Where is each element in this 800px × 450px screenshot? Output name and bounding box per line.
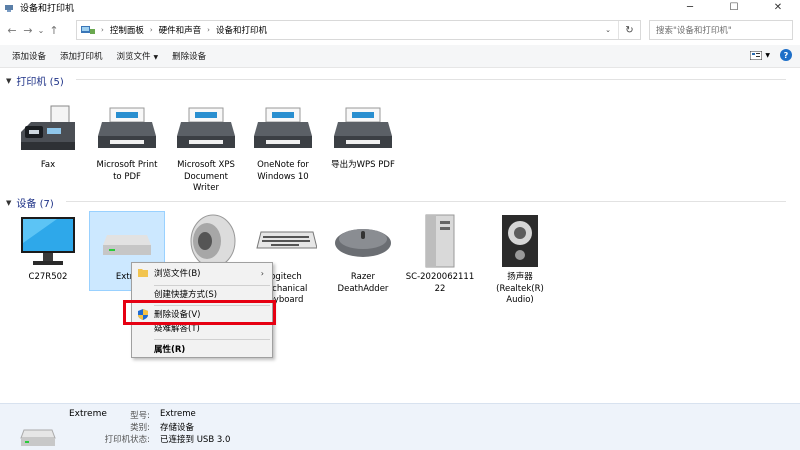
chevron-down-icon: ▼ bbox=[6, 76, 12, 85]
browse-files-button[interactable]: 浏览文件 ▼ bbox=[117, 50, 159, 62]
device-label: Fax bbox=[40, 160, 56, 170]
control-panel-icon bbox=[81, 26, 95, 34]
forward-button[interactable]: → bbox=[20, 20, 36, 40]
keyboard-icon bbox=[256, 231, 317, 249]
close-button[interactable]: ✕ bbox=[756, 0, 800, 15]
details-pane: Extreme 型号: Extreme 类别: 存储设备 打印机状态: 已连接到… bbox=[0, 403, 800, 450]
device-label: Microsoft Print to PDF bbox=[96, 160, 158, 182]
breadcrumb-control-panel[interactable]: 控制面板 bbox=[110, 24, 144, 36]
devices-printers-app-icon bbox=[5, 4, 13, 12]
address-dropdown-button[interactable]: ⌄ bbox=[602, 21, 614, 39]
refresh-button[interactable]: ↻ bbox=[618, 21, 640, 39]
maximize-button[interactable]: ☐ bbox=[712, 0, 756, 15]
printers-group-title: 打印机 (5) bbox=[16, 77, 64, 88]
change-view-button[interactable]: ▼ bbox=[750, 50, 770, 60]
computer-tower-icon bbox=[425, 214, 455, 268]
device-label: 导出为WPS PDF bbox=[331, 160, 395, 170]
group-divider bbox=[66, 201, 786, 202]
help-button[interactable]: ? bbox=[780, 49, 792, 61]
mouse-icon bbox=[335, 229, 391, 257]
minimize-button[interactable]: ─ bbox=[668, 0, 712, 15]
window-controls: ─ ☐ ✕ bbox=[668, 0, 800, 15]
chevron-down-icon: ▼ bbox=[153, 54, 159, 61]
address-bar[interactable]: › 控制面板 › 硬件和声音 › 设备和打印机 ⌄ ↻ bbox=[76, 20, 641, 40]
breadcrumb-hardware-sound[interactable]: 硬件和声音 bbox=[159, 24, 202, 36]
speaker-icon bbox=[190, 214, 236, 268]
up-button[interactable]: ↑ bbox=[46, 20, 62, 40]
ctx-browse-files-label: 浏览文件(B) bbox=[154, 269, 201, 279]
details-field-value: 存储设备 bbox=[160, 423, 195, 433]
ctx-browse-files[interactable]: 浏览文件(B) › bbox=[132, 264, 272, 282]
device-label: OneNote for Windows 10 bbox=[257, 160, 309, 182]
remove-device-button[interactable]: 删除设备 bbox=[172, 50, 206, 62]
device-microsoft-print-to-pdf[interactable]: Microsoft Print to PDF bbox=[89, 100, 165, 183]
printers-group-header[interactable]: ▼ 打印机 (5) bbox=[6, 73, 786, 88]
device-monitor-c27r502[interactable]: C27R502 bbox=[10, 212, 86, 290]
annotation-highlight-box bbox=[123, 300, 276, 325]
breadcrumb-separator: › bbox=[207, 26, 210, 34]
breadcrumb-separator: › bbox=[149, 26, 153, 34]
device-label: Microsoft XPS Document Writer bbox=[177, 160, 235, 193]
printer-icon bbox=[334, 107, 392, 148]
breadcrumb-separator: › bbox=[101, 26, 104, 34]
details-field-value: Extreme bbox=[160, 409, 196, 419]
browse-files-label: 浏览文件 bbox=[116, 52, 151, 62]
details-field-value: 已连接到 USB 3.0 bbox=[160, 435, 231, 445]
device-label: 扬声器 (Realtek(R) Audio) bbox=[496, 272, 544, 305]
printer-icon bbox=[98, 107, 156, 148]
chevron-down-icon: ▼ bbox=[765, 51, 770, 59]
folder-icon bbox=[138, 269, 148, 277]
search-input[interactable]: 搜索"设备和打印机" bbox=[649, 20, 793, 40]
view-icon bbox=[750, 50, 763, 60]
devices-group-header[interactable]: ▼ 设备 (7) bbox=[6, 195, 786, 210]
ctx-properties[interactable]: 属性(R) bbox=[132, 340, 272, 358]
device-microsoft-xps-writer[interactable]: Microsoft XPS Document Writer bbox=[168, 100, 244, 195]
window-title: 设备和打印机 bbox=[20, 4, 75, 14]
breadcrumb-devices-printers[interactable]: 设备和打印机 bbox=[216, 24, 267, 36]
add-device-button[interactable]: 添加设备 bbox=[12, 50, 46, 62]
fax-icon bbox=[21, 105, 75, 150]
device-label: C27R502 bbox=[28, 272, 68, 282]
group-divider bbox=[76, 79, 786, 80]
device-sc-computer[interactable]: SC-2020062111 22 bbox=[402, 212, 478, 295]
device-fax[interactable]: Fax bbox=[10, 100, 86, 172]
title-bar: 设备和打印机 ─ ☐ ✕ bbox=[0, 0, 800, 15]
recent-locations-button[interactable]: ⌄ bbox=[36, 20, 46, 40]
details-field-key: 类别: bbox=[130, 423, 150, 433]
back-button[interactable]: ← bbox=[4, 20, 20, 40]
printer-icon bbox=[177, 107, 235, 148]
chevron-down-icon: ▼ bbox=[6, 198, 12, 207]
speaker-box-icon bbox=[502, 215, 538, 267]
address-row: ← → ⌄ ↑ › 控制面板 › 硬件和声音 › 设备和打印机 ⌄ ↻ 搜索"设… bbox=[0, 17, 800, 43]
device-onenote-for-windows[interactable]: OneNote for Windows 10 bbox=[245, 100, 321, 183]
printer-icon bbox=[254, 107, 312, 148]
drive-icon bbox=[20, 429, 56, 446]
command-bar-right: ▼ ? bbox=[750, 49, 792, 61]
device-razer-deathadder[interactable]: Razer DeathAdder bbox=[325, 212, 401, 295]
drive-icon bbox=[103, 235, 151, 255]
device-export-wps-pdf[interactable]: 导出为WPS PDF bbox=[325, 100, 401, 172]
device-label: Razer DeathAdder bbox=[337, 272, 389, 294]
devices-group-title: 设备 (7) bbox=[16, 199, 54, 210]
device-realtek-speaker[interactable]: 扬声器 (Realtek(R) Audio) bbox=[482, 212, 558, 307]
command-bar: 添加设备 添加打印机 浏览文件 ▼ 删除设备 ▼ ? bbox=[0, 45, 800, 68]
details-field-key: 型号: bbox=[130, 411, 150, 421]
device-label: SC-2020062111 22 bbox=[405, 272, 475, 294]
submenu-arrow-icon: › bbox=[260, 268, 264, 278]
monitor-icon bbox=[21, 217, 75, 265]
details-field-key: 打印机状态: bbox=[104, 435, 150, 445]
add-printer-button[interactable]: 添加打印机 bbox=[60, 50, 103, 62]
